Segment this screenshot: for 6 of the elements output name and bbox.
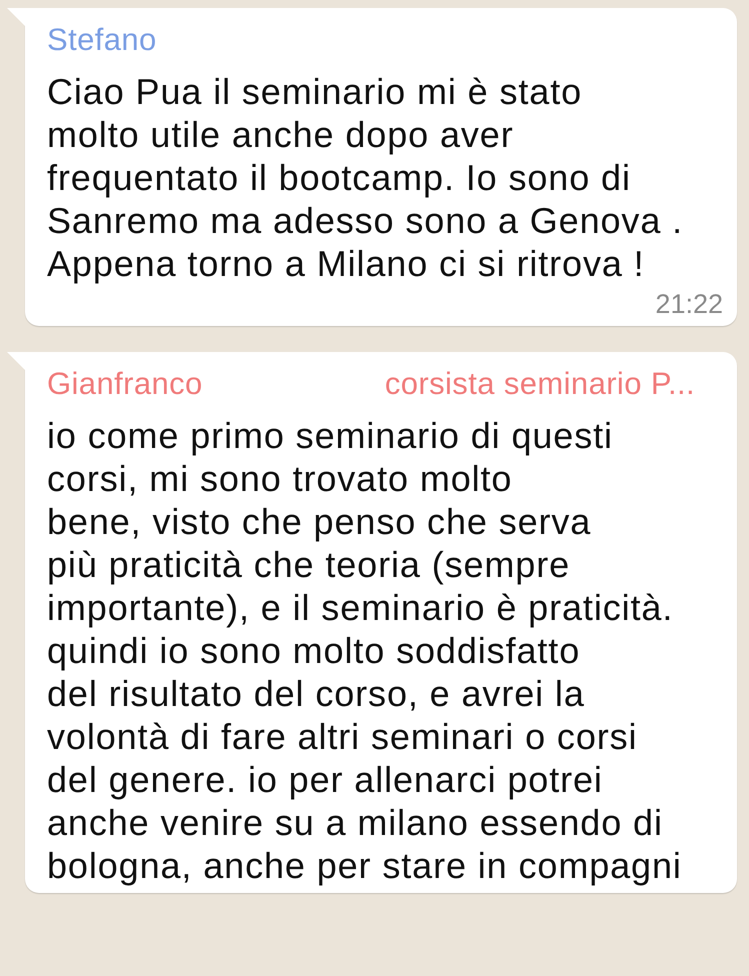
- message-time: 21:22: [654, 289, 723, 320]
- message-text: Ciao Pua il seminario mi è stato molto utile anche dopo aver frequentato il bootcamp. Io sono di Sanremo ma adesso sono a Genova . Appena torno a Milano ci si ritrova !: [47, 70, 684, 285]
- sender-name: Stefano: [47, 21, 157, 59]
- sender-note: corsista seminario P...: [384, 365, 695, 403]
- sender-name: Gianfranco: [47, 365, 203, 403]
- message-text: io come primo seminario di questi corsi, mi sono trovato molto bene, visto che penso che serva più praticità che teoria (sempre importante), e il seminario è praticità. quindi io sono molto soddisfatto del risultato del corso, e avrei la volontà di fare altri seminari o corsi del genere. io per allenarci potrei anche venire su a milano essendo di bologna, anche per stare in compagni: [47, 414, 683, 887]
